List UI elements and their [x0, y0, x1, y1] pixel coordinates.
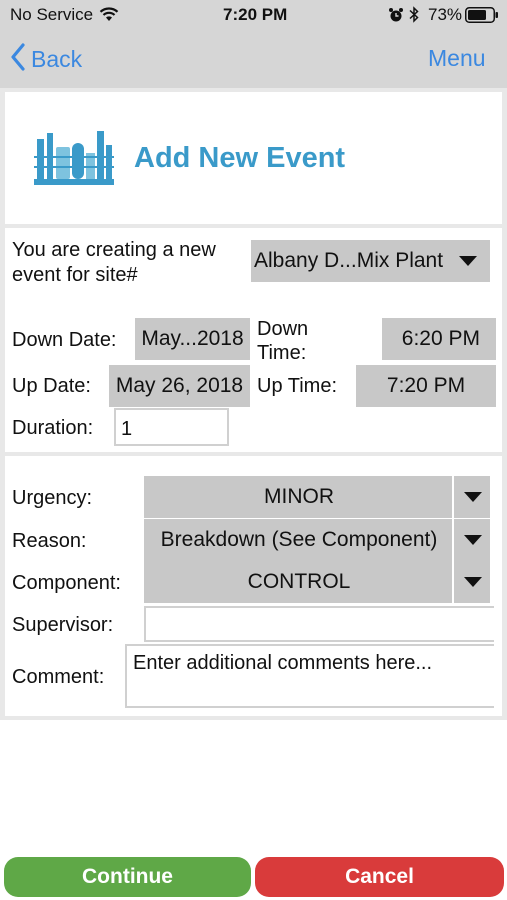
urgency-label: Urgency: — [12, 487, 93, 509]
dropdown-caret-icon — [464, 577, 482, 587]
header-panel: Add New Event — [5, 92, 502, 224]
duration-label: Duration: — [12, 417, 94, 439]
component-label: Component: — [12, 572, 121, 594]
carrier-text: No Service — [10, 5, 94, 24]
duration-value: 1 — [121, 418, 133, 440]
page-title: Add New Event — [134, 142, 346, 174]
supervisor-label: Supervisor: — [12, 614, 114, 636]
up-date-field[interactable]: May 26, 2018 — [109, 365, 250, 407]
dropdown-caret-icon — [459, 256, 477, 266]
status-time: 7:20 PM — [223, 5, 288, 24]
up-time-field[interactable]: 7:20 PM — [356, 365, 496, 407]
up-time-value: 7:20 PM — [386, 374, 466, 397]
comment-textarea[interactable]: Enter additional comments here... — [125, 644, 494, 708]
reason-select[interactable]: Breakdown (See Component) — [144, 519, 490, 561]
down-date-value: May...2018 — [141, 327, 244, 350]
comment-placeholder: Enter additional comments here... — [133, 652, 433, 674]
navigation-bar: Back Menu — [0, 30, 507, 88]
down-time-value: 6:20 PM — [401, 327, 480, 350]
alarm-icon — [388, 7, 404, 28]
down-date-label: Down Date: — [12, 329, 117, 351]
up-date-label: Up Date: — [12, 375, 91, 397]
site-selected-value: Albany D...Mix Plant — [254, 249, 444, 272]
bluetooth-icon — [409, 6, 419, 28]
menu-button[interactable]: Menu — [428, 45, 486, 72]
continue-label: Continue — [82, 865, 173, 888]
site-prompt: You are creating a new event for site# — [12, 239, 216, 286]
comment-label: Comment: — [12, 666, 105, 688]
component-select[interactable]: CONTROL — [144, 561, 490, 603]
dropdown-caret-icon — [464, 535, 482, 545]
urgency-value: MINOR — [264, 485, 334, 508]
select-divider — [452, 561, 454, 603]
battery-icon — [465, 7, 499, 28]
back-button[interactable]: Back — [10, 41, 82, 77]
event-details-panel: Urgency: MINOR Reason: Breakdown (See Co… — [5, 456, 502, 716]
select-divider — [452, 519, 454, 561]
industrial-plant-icon — [34, 129, 114, 192]
wifi-icon — [99, 7, 119, 27]
battery-percent: 73% — [428, 5, 463, 24]
site-select[interactable]: Albany D...Mix Plant — [251, 240, 490, 282]
down-time-label: Down Time: — [257, 318, 309, 364]
select-divider — [452, 476, 454, 518]
up-time-label: Up Time: — [257, 375, 338, 397]
site-dates-panel: You are creating a new event for site# A… — [5, 228, 502, 452]
component-value: CONTROL — [247, 570, 351, 593]
cancel-label: Cancel — [345, 865, 414, 888]
supervisor-input[interactable] — [144, 606, 494, 642]
urgency-select[interactable]: MINOR — [144, 476, 490, 518]
back-label: Back — [31, 45, 83, 72]
duration-input[interactable]: 1 — [114, 408, 229, 446]
cancel-button[interactable]: Cancel — [255, 857, 504, 897]
down-time-field[interactable]: 6:20 PM — [382, 318, 496, 360]
status-bar: No Service 7:20 PM 73% — [0, 0, 507, 30]
chevron-left-icon — [10, 42, 26, 76]
dropdown-caret-icon — [464, 492, 482, 502]
continue-button[interactable]: Continue — [4, 857, 251, 897]
reason-value: Breakdown (See Component) — [160, 528, 438, 551]
reason-label: Reason: — [12, 530, 87, 552]
down-date-field[interactable]: May...2018 — [135, 318, 250, 360]
up-date-value: May 26, 2018 — [115, 374, 244, 397]
